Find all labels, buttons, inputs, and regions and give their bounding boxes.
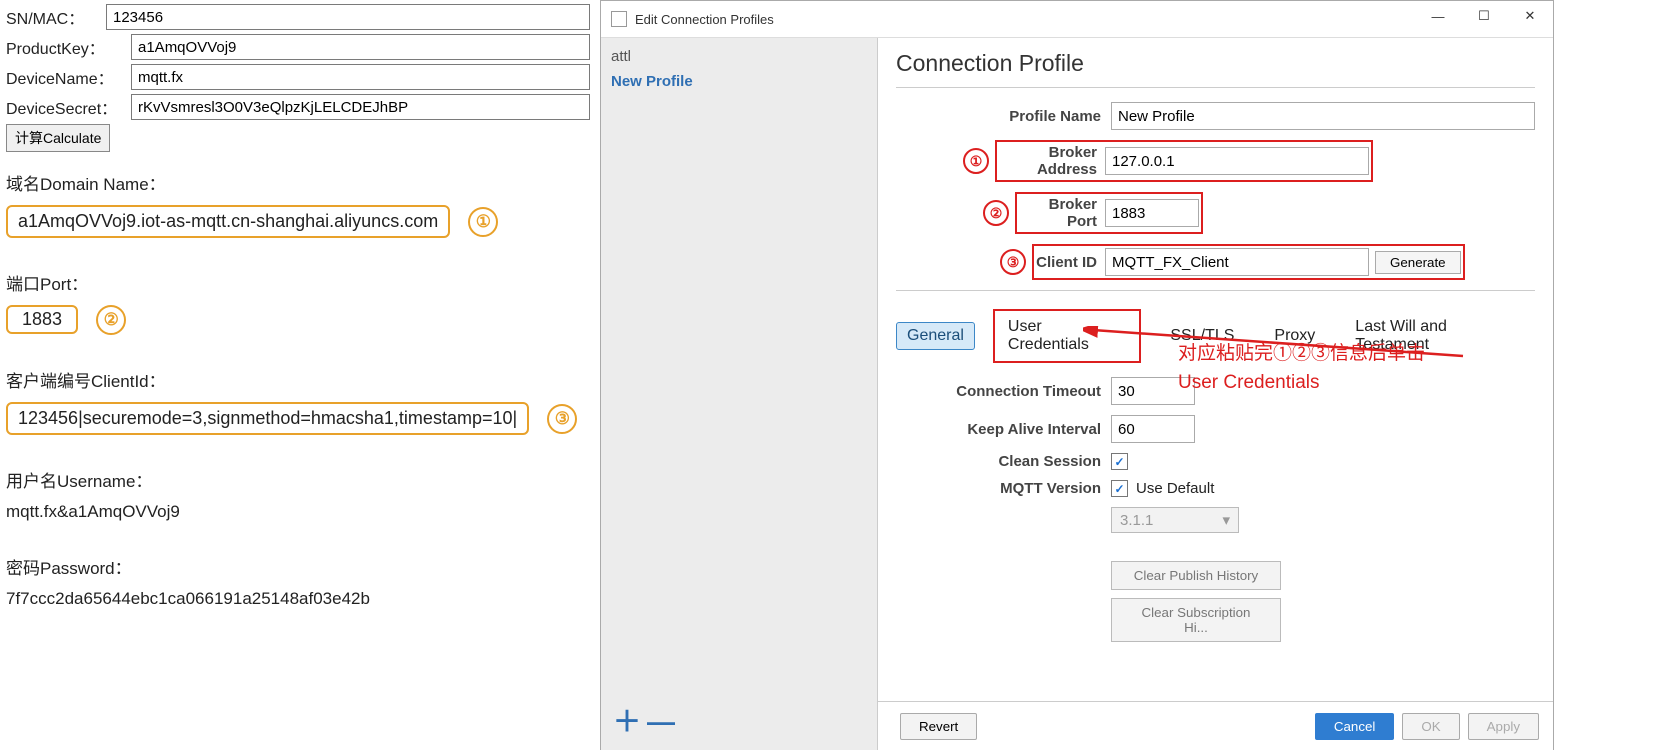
devicename-label: DeviceName： xyxy=(6,65,131,89)
dialog-footer: Revert Cancel OK Apply xyxy=(878,701,1553,750)
calculator-panel: SN/MAC： ProductKey： DeviceName： DeviceSe… xyxy=(0,0,600,750)
domain-label: 域名Domain Name： xyxy=(6,170,594,195)
tab-ssl[interactable]: SSL/TLS xyxy=(1159,322,1245,350)
client-id-label: Client ID xyxy=(1036,254,1105,271)
calculate-button[interactable]: 计算Calculate xyxy=(6,124,110,152)
mqtt-version-value: 3.1.1 xyxy=(1120,512,1153,529)
app-icon xyxy=(611,11,627,27)
tab-bar: General User Credentials SSL/TLS Proxy L… xyxy=(896,309,1535,363)
productkey-input[interactable] xyxy=(131,34,590,60)
marker-3-icon: ③ xyxy=(547,404,577,434)
tab-user-credentials[interactable]: User Credentials xyxy=(997,313,1137,359)
form-heading: Connection Profile xyxy=(896,50,1535,77)
conn-timeout-label: Connection Timeout xyxy=(896,383,1111,400)
maximize-button[interactable]: ☐ xyxy=(1461,1,1507,31)
conn-timeout-input[interactable] xyxy=(1111,377,1195,405)
tab-proxy[interactable]: Proxy xyxy=(1263,322,1326,350)
keepalive-label: Keep Alive Interval xyxy=(896,421,1111,438)
marker-2-red-icon: ② xyxy=(983,200,1009,226)
sn-input[interactable] xyxy=(106,4,590,30)
sidebar-item-new-profile[interactable]: New Profile xyxy=(611,67,867,96)
mqtt-version-select[interactable]: 3.1.1 ▾ xyxy=(1111,507,1239,533)
remove-profile-icon[interactable]: — xyxy=(647,706,681,737)
apply-button[interactable]: Apply xyxy=(1468,713,1539,740)
close-button[interactable]: ✕ xyxy=(1507,1,1553,31)
port-label: 端口Port： xyxy=(6,270,594,295)
broker-port-label: Broker Port xyxy=(1019,196,1105,230)
clear-subscription-button[interactable]: Clear Subscription Hi... xyxy=(1111,598,1281,642)
marker-1-icon: ① xyxy=(468,207,498,237)
devicesecret-label: DeviceSecret： xyxy=(6,95,131,119)
password-label: 密码Password： xyxy=(6,554,594,579)
clientid-label: 客户端编号ClientId： xyxy=(6,367,594,392)
marker-3-red-icon: ③ xyxy=(1000,249,1026,275)
username-value: mqtt.fx&a1AmqOVVoj9 xyxy=(6,502,594,522)
edit-connection-dialog: Edit Connection Profiles — ☐ ✕ attl New … xyxy=(600,0,1554,750)
titlebar: Edit Connection Profiles — ☐ ✕ xyxy=(601,1,1553,38)
sidebar-item-attl[interactable]: attl xyxy=(611,46,867,67)
window-title: Edit Connection Profiles xyxy=(635,12,774,27)
tab-general[interactable]: General xyxy=(896,322,975,350)
broker-port-input[interactable] xyxy=(1105,199,1199,227)
broker-address-label: Broker Address xyxy=(999,144,1105,178)
ok-button[interactable]: OK xyxy=(1402,713,1459,740)
tab-lwt[interactable]: Last Will and Testament xyxy=(1344,313,1535,359)
marker-2-icon: ② xyxy=(96,305,126,335)
profile-name-input[interactable] xyxy=(1111,102,1535,130)
mqtt-version-default-checkbox[interactable]: ✓ xyxy=(1111,480,1128,497)
cancel-button[interactable]: Cancel xyxy=(1315,713,1395,740)
username-label: 用户名Username： xyxy=(6,467,594,492)
password-value: 7f7ccc2da65644ebc1ca066191a25148af03e42b xyxy=(6,589,594,609)
clear-publish-button[interactable]: Clear Publish History xyxy=(1111,561,1281,590)
broker-address-input[interactable] xyxy=(1105,147,1369,175)
client-id-input[interactable] xyxy=(1105,248,1369,276)
port-value: 1883 xyxy=(6,305,78,334)
clientid-value: 123456|securemode=3,signmethod=hmacsha1,… xyxy=(6,402,529,435)
sn-label: SN/MAC： xyxy=(6,5,106,29)
clean-session-checkbox[interactable]: ✓ xyxy=(1111,453,1128,470)
devicesecret-input[interactable] xyxy=(131,94,590,120)
generate-button[interactable]: Generate xyxy=(1375,251,1461,274)
mqtt-version-label: MQTT Version xyxy=(896,480,1111,497)
chevron-down-icon: ▾ xyxy=(1222,511,1230,529)
keepalive-input[interactable] xyxy=(1111,415,1195,443)
profile-sidebar: attl New Profile ＋— xyxy=(601,38,878,750)
revert-button[interactable]: Revert xyxy=(900,713,977,740)
domain-value: a1AmqOVVoj9.iot-as-mqtt.cn-shanghai.aliy… xyxy=(6,205,450,238)
minimize-button[interactable]: — xyxy=(1415,1,1461,31)
profile-form: Connection Profile Profile Name ① Broker… xyxy=(878,38,1553,750)
add-profile-icon[interactable]: ＋ xyxy=(613,706,647,737)
mqtt-version-use-default: Use Default xyxy=(1136,480,1214,497)
productkey-label: ProductKey： xyxy=(6,35,131,59)
marker-1-red-icon: ① xyxy=(963,148,989,174)
devicename-input[interactable] xyxy=(131,64,590,90)
clean-session-label: Clean Session xyxy=(896,453,1111,470)
profile-name-label: Profile Name xyxy=(896,108,1111,125)
